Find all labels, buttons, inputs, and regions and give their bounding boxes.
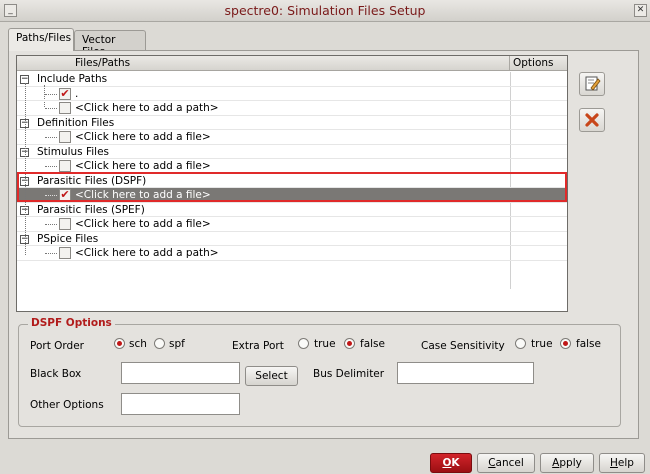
checkbox[interactable]	[59, 102, 71, 114]
port-order-label: Port Order	[30, 340, 84, 352]
group-label: PSpice Files	[37, 232, 99, 245]
cancel-button[interactable]: Cancel	[477, 453, 535, 473]
tree-line	[45, 253, 57, 254]
apply-button[interactable]: Apply	[540, 453, 594, 473]
column-header-options[interactable]: Options	[513, 57, 554, 69]
port-order-sch-radio[interactable]	[114, 338, 125, 349]
case-sensitivity-true-radio[interactable]	[515, 338, 526, 349]
group-label: Stimulus Files	[37, 145, 110, 158]
tree-row-add-pspice-path[interactable]: <Click here to add a path>	[17, 246, 567, 261]
tree-line	[45, 108, 57, 109]
port-order-spf-radio[interactable]	[154, 338, 165, 349]
port-order-spf-label[interactable]: spf	[169, 338, 185, 350]
extra-port-false-label[interactable]: false	[360, 338, 385, 350]
extra-port-true-label[interactable]: true	[314, 338, 336, 350]
tree-row-add-dspf-file[interactable]: ✔ <Click here to add a file>	[17, 188, 567, 203]
column-divider	[509, 56, 510, 70]
help-button[interactable]: Help	[599, 453, 645, 473]
checkbox[interactable]	[59, 131, 71, 143]
add-file-entry[interactable]: <Click here to add a file>	[75, 189, 211, 201]
tree-group-parasitic-dspf[interactable]: − Parasitic Files (DSPF)	[17, 174, 567, 188]
tree-line	[45, 93, 57, 95]
help-rest: elp	[617, 457, 634, 469]
select-button[interactable]: Select	[245, 366, 298, 386]
add-path-entry[interactable]: <Click here to add a path>	[75, 102, 219, 114]
checkbox[interactable]	[59, 247, 71, 259]
cancel-accel: C	[488, 457, 496, 469]
edit-icon	[585, 76, 601, 91]
edit-button[interactable]	[579, 72, 605, 96]
tree-line	[45, 166, 57, 167]
group-label: Definition Files	[37, 116, 115, 129]
bus-delimiter-label: Bus Delimiter	[313, 368, 385, 380]
tree-header: Files/Paths Options	[17, 56, 567, 71]
add-file-entry[interactable]: <Click here to add a file>	[75, 218, 211, 230]
add-path-entry[interactable]: <Click here to add a path>	[75, 247, 219, 259]
tree-line	[25, 83, 26, 255]
case-sensitivity-false-label[interactable]: false	[576, 338, 601, 350]
dspf-options-title: DSPF Options	[28, 317, 115, 329]
tree-row-add-path[interactable]: <Click here to add a path>	[17, 101, 567, 116]
add-file-entry[interactable]: <Click here to add a file>	[75, 160, 211, 172]
port-order-sch-label[interactable]: sch	[129, 338, 147, 350]
tree-row-add-definition-file[interactable]: <Click here to add a file>	[17, 130, 567, 145]
checkbox-checked[interactable]: ✔	[59, 87, 71, 100]
title-bar: _ spectre0: Simulation Files Setup ✕	[0, 0, 650, 22]
case-sensitivity-label: Case Sensitivity	[421, 340, 505, 352]
column-header-files-paths[interactable]: Files/Paths	[75, 57, 130, 69]
add-file-entry[interactable]: <Click here to add a file>	[75, 131, 211, 143]
extra-port-true-radio[interactable]	[298, 338, 309, 349]
ok-rest: K	[451, 457, 460, 469]
other-options-label: Other Options	[30, 399, 104, 411]
tree-group-parasitic-spef[interactable]: − Parasitic Files (SPEF)	[17, 203, 567, 217]
tree-line	[45, 137, 57, 138]
tree-group-pspice-files[interactable]: − PSpice Files	[17, 232, 567, 246]
black-box-input[interactable]	[121, 362, 240, 384]
tree-group-stimulus-files[interactable]: − Stimulus Files	[17, 145, 567, 159]
path-entry[interactable]: .	[75, 88, 78, 100]
group-label: Include Paths	[37, 73, 108, 85]
extra-port-false-radio[interactable]	[344, 338, 355, 349]
files-tree-table[interactable]: Files/Paths Options − Include Paths ✔ . …	[16, 55, 568, 312]
apply-rest: pply	[559, 457, 582, 469]
help-accel: H	[610, 457, 618, 469]
delete-icon	[585, 113, 599, 127]
ok-button[interactable]: OK	[430, 453, 472, 473]
tab-paths-files[interactable]: Paths/Files	[8, 28, 74, 51]
tree-row-include-dot[interactable]: ✔ .	[17, 87, 567, 101]
black-box-label: Black Box	[30, 368, 82, 380]
tree-group-definition-files[interactable]: − Definition Files	[17, 116, 567, 130]
tree-row-add-spef-file[interactable]: <Click here to add a file>	[17, 217, 567, 232]
checkbox[interactable]	[59, 218, 71, 230]
bus-delimiter-input[interactable]	[397, 362, 534, 384]
case-sensitivity-true-label[interactable]: true	[531, 338, 553, 350]
tab-vector-files[interactable]: Vector Files	[74, 30, 146, 58]
checkbox[interactable]	[59, 160, 71, 172]
tree-line	[45, 195, 57, 196]
window-title: spectre0: Simulation Files Setup	[224, 3, 426, 18]
extra-port-label: Extra Port	[232, 340, 284, 352]
group-label: Parasitic Files (DSPF)	[37, 174, 147, 187]
tree-group-include-paths[interactable]: − Include Paths	[17, 72, 567, 87]
close-icon[interactable]: ✕	[634, 4, 647, 17]
delete-button[interactable]	[579, 108, 605, 132]
tree-line	[45, 224, 57, 225]
other-options-input[interactable]	[121, 393, 240, 415]
checkbox-checked[interactable]: ✔	[59, 189, 71, 201]
group-label: Parasitic Files (SPEF)	[37, 203, 145, 216]
cancel-rest: ancel	[495, 457, 524, 469]
case-sensitivity-false-radio[interactable]	[560, 338, 571, 349]
tree-row-add-stimulus-file[interactable]: <Click here to add a file>	[17, 159, 567, 174]
